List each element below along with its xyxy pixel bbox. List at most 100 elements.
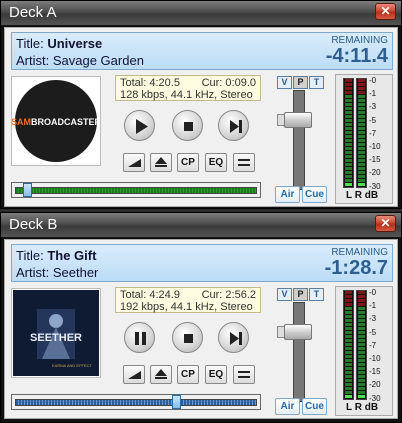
ramp-button[interactable] xyxy=(123,153,145,172)
play-pause-button[interactable] xyxy=(124,322,155,353)
meter-segment xyxy=(358,335,365,338)
eject-button[interactable] xyxy=(150,365,172,384)
meter-segment xyxy=(358,95,365,98)
meter-footer: L R dB xyxy=(346,402,379,413)
meter-segment xyxy=(345,311,352,314)
album-art: SEETHER KARMA AND EFFECT xyxy=(11,288,101,378)
cp-button[interactable]: CP xyxy=(177,365,199,384)
album-art: SAMBROADCASTER xyxy=(11,76,101,166)
meter-segment xyxy=(358,347,365,350)
meter-segment xyxy=(358,351,365,354)
ramp-icon xyxy=(128,371,141,379)
artist-row: Artist: Savage Garden xyxy=(16,53,144,68)
vu-meter: -0 -1 -3 -5 -7 -10 -15 -20 -30 L R dB xyxy=(335,74,393,204)
seek-track xyxy=(15,187,257,194)
meter-right xyxy=(356,290,367,400)
meter-segment xyxy=(345,363,352,366)
meter-segment xyxy=(345,347,352,350)
ramp-button[interactable] xyxy=(123,365,145,384)
t-button[interactable]: T xyxy=(309,288,324,301)
meter-segment xyxy=(358,367,365,370)
v-button[interactable]: V xyxy=(277,76,292,89)
meter-scale-label: -10 xyxy=(369,354,381,363)
v-button[interactable]: V xyxy=(277,288,292,301)
menu-button[interactable] xyxy=(233,153,255,172)
meter-segment xyxy=(358,159,365,162)
meter-segment xyxy=(345,383,352,386)
seek-thumb[interactable] xyxy=(172,395,182,409)
meter-segment xyxy=(345,95,352,98)
close-button[interactable]: ✕ xyxy=(375,215,396,232)
meter-segment xyxy=(358,155,365,158)
next-button[interactable] xyxy=(218,110,249,141)
eject-icon xyxy=(155,157,167,167)
meter-segment xyxy=(345,291,352,294)
meter-segment xyxy=(358,291,365,294)
play-pause-button[interactable] xyxy=(124,110,155,141)
stop-button[interactable] xyxy=(172,322,203,353)
eq-button[interactable]: EQ xyxy=(205,153,227,172)
eq-button[interactable]: EQ xyxy=(205,365,227,384)
meter-segment xyxy=(345,335,352,338)
meter-scale-label: -1 xyxy=(369,89,377,99)
meter-segment xyxy=(358,339,365,342)
meter-segment xyxy=(358,379,365,382)
track-stats: Total: 4:24.9 Cur: 2:56.2 192 kbps, 44.1… xyxy=(115,287,261,313)
track-info-panel: Title: The Gift Artist: Seether REMAININ… xyxy=(11,244,393,282)
seek-thumb[interactable] xyxy=(23,183,33,197)
meter-segment xyxy=(358,87,365,90)
volume-fader-knob[interactable] xyxy=(284,111,312,128)
cue-button[interactable]: Cue xyxy=(302,186,327,203)
air-button[interactable]: Air xyxy=(275,186,300,203)
meter-segment xyxy=(345,295,352,298)
meter-segment xyxy=(358,123,365,126)
meter-segment xyxy=(345,319,352,322)
window-titlebar[interactable]: Deck A ✕ xyxy=(1,1,401,25)
ramp-icon xyxy=(128,159,141,167)
meter-left xyxy=(343,290,354,400)
cp-button[interactable]: CP xyxy=(177,153,199,172)
eject-button[interactable] xyxy=(150,153,172,172)
next-button[interactable] xyxy=(218,322,249,353)
volume-fader-knob[interactable] xyxy=(284,323,312,340)
stop-button[interactable] xyxy=(172,110,203,141)
meter-segment xyxy=(358,119,365,122)
meter-segment xyxy=(345,123,352,126)
meter-segment xyxy=(345,139,352,142)
air-button[interactable]: Air xyxy=(275,398,300,415)
artist-row: Artist: Seether xyxy=(16,265,98,280)
deck-b-window: Deck B ✕ Title: The Gift Artist: Seether… xyxy=(0,212,402,423)
deck-a-window: Deck A ✕ Title: Universe Artist: Savage … xyxy=(0,0,402,209)
p-button[interactable]: P xyxy=(293,288,308,301)
meter-segment xyxy=(358,295,365,298)
remaining-time: -1:28.7 xyxy=(324,257,388,279)
meter-segment xyxy=(345,91,352,94)
menu-button[interactable] xyxy=(233,365,255,384)
meter-scale-label: -1 xyxy=(369,301,377,311)
meter-segment xyxy=(358,327,365,330)
meter-segment xyxy=(345,127,352,130)
meter-segment xyxy=(345,103,352,106)
seek-slider[interactable] xyxy=(11,394,261,410)
seek-slider[interactable] xyxy=(11,182,261,198)
meter-segment xyxy=(358,79,365,82)
t-button[interactable]: T xyxy=(309,76,324,89)
meter-segment xyxy=(345,307,352,310)
deck-body: Title: The Gift Artist: Seether REMAININ… xyxy=(4,239,398,419)
skip-next-icon xyxy=(230,332,242,345)
close-button[interactable]: ✕ xyxy=(375,3,396,20)
window-titlebar[interactable]: Deck B ✕ xyxy=(1,213,401,237)
meter-segment xyxy=(358,147,365,150)
meter-segment xyxy=(345,147,352,150)
meter-segment xyxy=(345,135,352,138)
meter-segment xyxy=(345,183,352,186)
meter-segment xyxy=(345,359,352,362)
remaining-time: -4:11.4 xyxy=(325,45,388,67)
meter-segment xyxy=(358,331,365,334)
meter-segment xyxy=(358,139,365,142)
meter-segment xyxy=(345,155,352,158)
p-button[interactable]: P xyxy=(293,76,308,89)
title-label: Title: xyxy=(16,36,44,51)
cue-button[interactable]: Cue xyxy=(302,398,327,415)
meter-scale-label: -15 xyxy=(369,155,381,165)
